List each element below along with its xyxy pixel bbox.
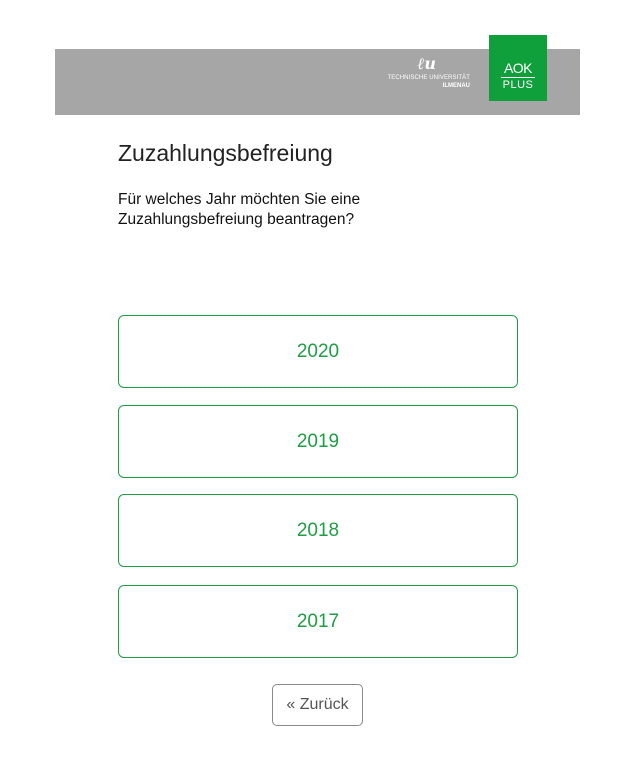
tu-ilmenau-logo: ℓu TECHNISCHE UNIVERSITÄT ILMENAU — [350, 56, 470, 90]
header-bar: ℓu TECHNISCHE UNIVERSITÄT ILMENAU AOK PL… — [55, 35, 580, 115]
tu-logo-line1: TECHNISCHE UNIVERSITÄT — [387, 75, 470, 81]
year-button-2020[interactable]: 2020 — [118, 315, 518, 388]
question-text: Für welches Jahr möchten Sie eine Zuzahl… — [118, 191, 361, 228]
year-button-2019[interactable]: 2019 — [118, 405, 518, 478]
tu-logo-line2: ILMENAU — [442, 83, 470, 89]
year-button-2018[interactable]: 2018 — [118, 494, 518, 567]
aok-logo-divider — [501, 77, 535, 78]
year-button-2017[interactable]: 2017 — [118, 585, 518, 658]
aok-logo-top: AOK — [503, 60, 533, 76]
aok-plus-logo: AOK PLUS — [489, 35, 547, 101]
aok-logo-bottom: PLUS — [502, 79, 534, 91]
page-title: Zuzahlungsbefreiung — [118, 140, 333, 166]
tu-logo-mark: ℓu — [417, 54, 436, 73]
back-button[interactable]: « Zurück — [272, 684, 363, 726]
